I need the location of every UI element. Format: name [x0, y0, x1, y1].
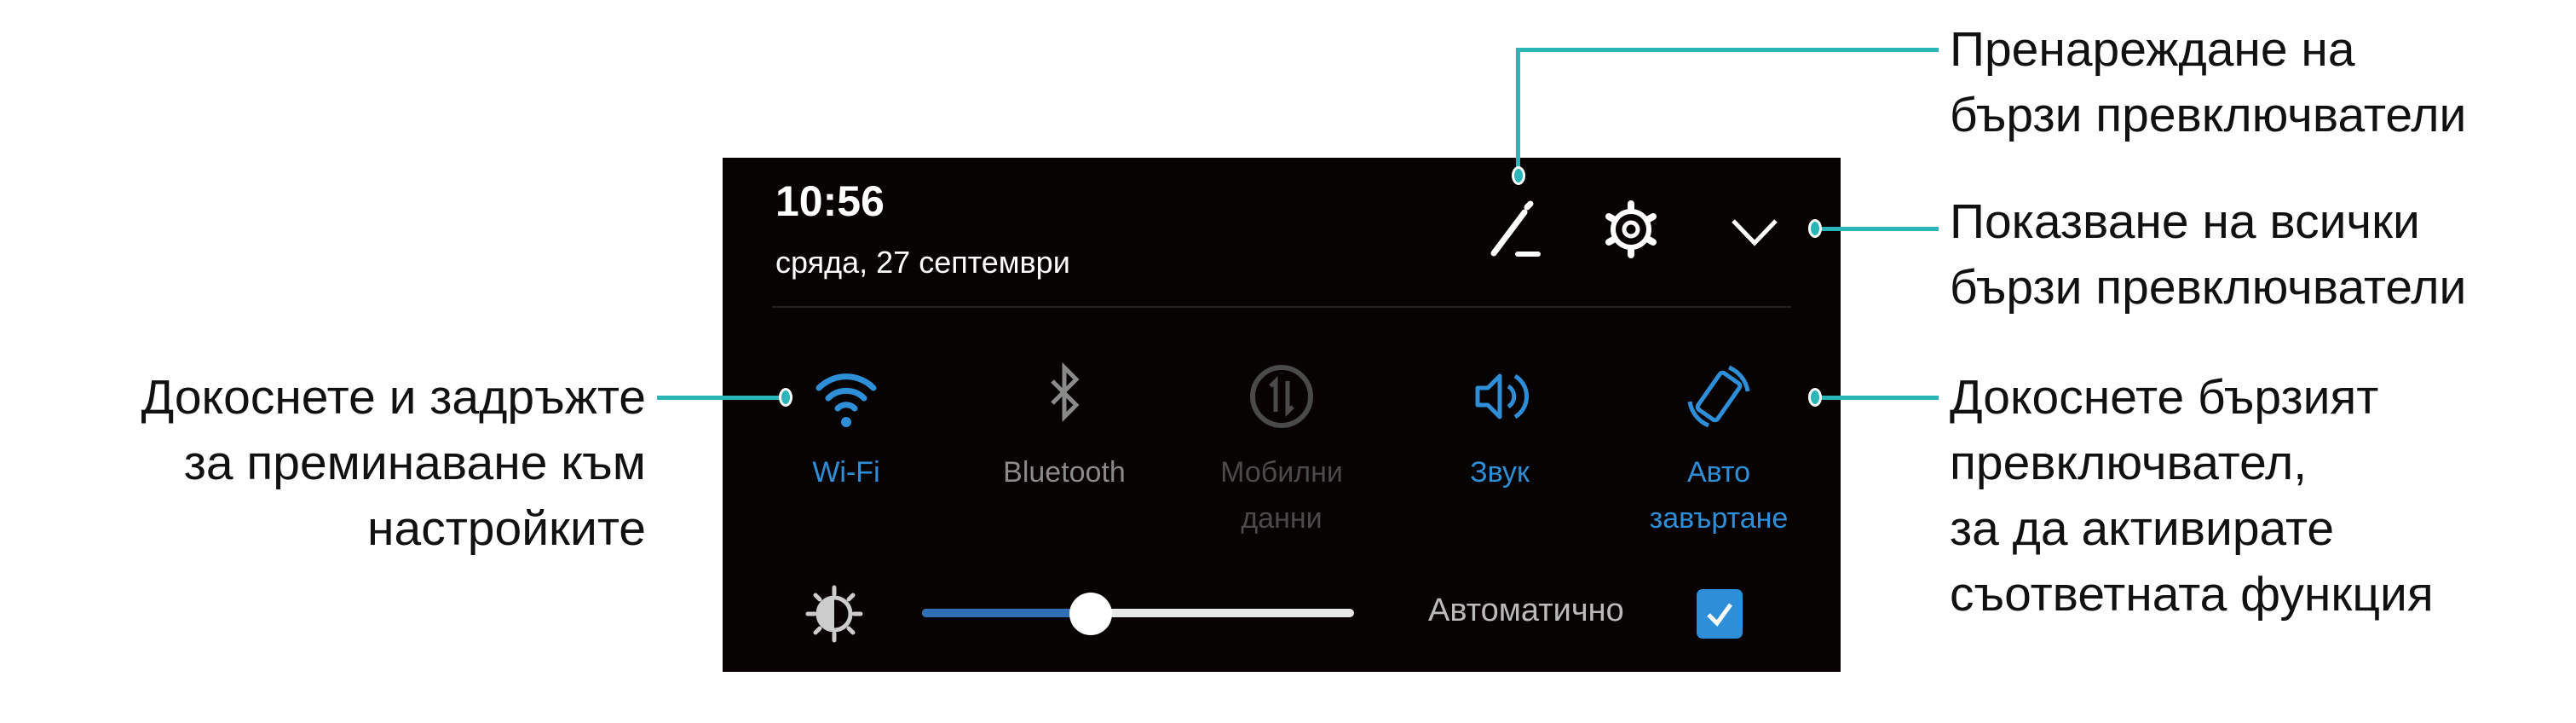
auto-brightness-checkbox[interactable]	[1697, 589, 1743, 639]
gear-icon	[1605, 200, 1657, 258]
slider-fill	[922, 609, 1091, 617]
tile-label: Авто завъртане	[1649, 456, 1789, 535]
check-icon	[1707, 603, 1733, 627]
callout-line-reorder	[1516, 48, 1939, 52]
annotation-show-all: Показване на всички бързи превключватели	[1950, 194, 2467, 315]
callout-line-show-all	[1815, 227, 1939, 231]
callout-dot	[779, 388, 792, 407]
edit-button[interactable]	[1485, 200, 1545, 260]
tile-mobile-data[interactable]: Мобилни данни	[1179, 362, 1384, 541]
tile-wifi[interactable]: Wi-Fi	[744, 362, 948, 495]
clock-time: 10:56	[775, 177, 885, 225]
tile-label: Wi-Fi	[812, 456, 880, 489]
tile-auto-rotate[interactable]: Авто завъртане	[1616, 362, 1821, 541]
callout-line-tap	[1815, 396, 1939, 400]
brightness-icon	[804, 584, 864, 644]
mobile-data-icon	[1250, 365, 1313, 428]
annotation-tap: Докоснете бързият превключвател, за да а…	[1950, 370, 2434, 622]
callout-dot	[1808, 388, 1822, 407]
wifi-icon	[815, 373, 877, 427]
auto-rotate-icon	[1687, 365, 1750, 428]
callout-line-long-press	[657, 396, 787, 400]
expand-button[interactable]	[1728, 207, 1781, 255]
settings-button[interactable]	[1600, 199, 1662, 260]
callout-line-reorder-vertical	[1516, 48, 1520, 172]
pencil-icon	[1490, 200, 1541, 257]
brightness-slider[interactable]	[922, 593, 1354, 635]
annotation-long-press: Докоснете и задръжте за преминаване към …	[141, 370, 646, 556]
sound-icon	[1475, 373, 1530, 419]
tile-label: Звук	[1470, 456, 1530, 489]
tile-bluetooth[interactable]: Bluetooth	[962, 362, 1167, 495]
slider-thumb[interactable]	[1069, 593, 1112, 635]
callout-dot	[1512, 166, 1525, 185]
tile-sound[interactable]: Звук	[1397, 362, 1602, 495]
chevron-down-icon	[1732, 219, 1778, 246]
tile-label: Мобилни данни	[1220, 456, 1343, 535]
auto-brightness-label: Автоматично	[1428, 593, 1624, 628]
bluetooth-icon	[1051, 362, 1080, 423]
divider	[772, 306, 1791, 308]
callout-dot	[1808, 219, 1822, 238]
tile-label: Bluetooth	[1003, 456, 1126, 489]
date-label: сряда, 27 септември	[775, 245, 1070, 280]
quick-settings-panel: 10:56 сряда, 27 септември Wi-Fi Bluetoot…	[723, 158, 1841, 672]
annotation-reorder: Пренареждане на бързи превключватели	[1950, 22, 2467, 142]
